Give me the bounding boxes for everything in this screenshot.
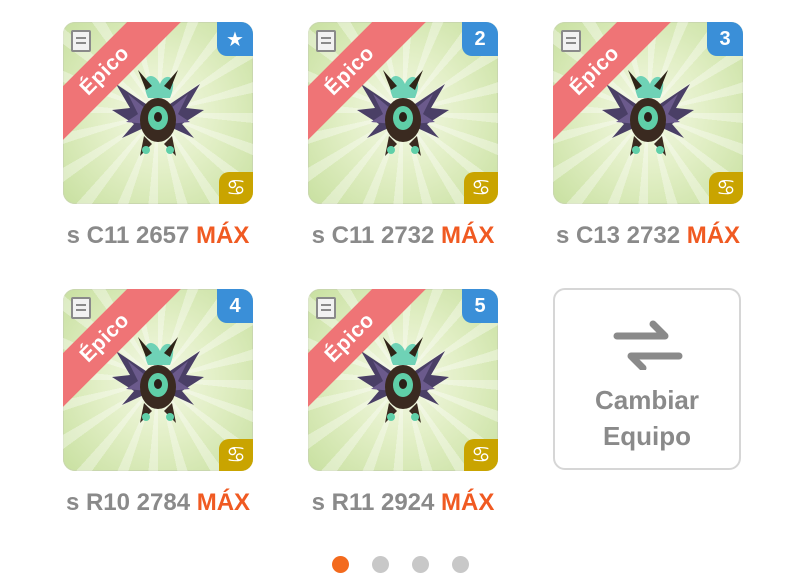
document-icon[interactable] [316,297,336,319]
page-indicator [0,556,800,573]
monster-power: 2732 [626,222,681,249]
switch-team-label: Cambiar Equipo [555,382,739,454]
monster-caption: s C11 2657 MÁX [51,222,265,250]
slot-number-badge: 3 [707,22,743,56]
document-icon[interactable] [561,30,581,52]
monster-slot-1: Épico ★ ♋ s C11 2657 MÁX [63,22,253,249]
slot-number-badge: 4 [217,289,253,323]
page-dot-2[interactable] [371,556,389,573]
cancer-sign-icon: ♋ [464,439,498,471]
page-dot-1[interactable] [331,556,349,573]
switch-team-button[interactable]: Cambiar Equipo [553,288,741,470]
cancer-sign-icon: ♋ [219,172,253,204]
monster-name: s R10 [65,489,130,516]
cancer-sign-icon: ♋ [219,439,253,471]
monster-power: 2924 [380,489,435,516]
monster-caption: s R11 2924 MÁX [296,489,510,517]
switch-team-label-line1: Cambiar [594,385,700,415]
monster-caption: s C13 2732 MÁX [541,222,755,250]
max-level-label: MÁX [196,222,250,249]
monster-card-5[interactable]: Épico 5 ♋ [308,289,498,471]
document-icon[interactable] [316,30,336,52]
max-level-label: MÁX [441,222,495,249]
document-icon[interactable] [71,297,91,319]
slot-number-badge: 2 [462,22,498,56]
document-icon[interactable] [71,30,91,52]
monster-card-3[interactable]: Épico 3 ♋ [553,22,743,204]
monster-card-1[interactable]: Épico ★ ♋ [63,22,253,204]
max-level-label: MÁX [686,222,741,249]
monster-power: 2784 [136,489,191,516]
monster-name: s C11 [311,222,375,249]
monster-name: s C13 [555,222,620,249]
leader-star-icon: ★ [217,22,253,56]
monster-name: s R11 [311,489,375,516]
monster-name: s C11 [66,222,130,249]
page-dot-4[interactable] [451,556,469,573]
max-level-label: MÁX [196,489,251,516]
monster-power: 2657 [135,222,190,249]
slot-number-badge: 5 [462,289,498,323]
max-level-label: MÁX [441,489,495,516]
monster-slot-5: Épico 5 ♋ s R11 2924 MÁX [308,289,498,516]
switch-team-label-line2: Equipo [602,421,692,451]
monster-card-2[interactable]: Épico 2 ♋ [308,22,498,204]
monster-power: 2732 [380,222,435,249]
monster-slot-4: Épico 4 ♋ s R10 2784 MÁX [63,289,253,516]
monster-card-4[interactable]: Épico 4 ♋ [63,289,253,471]
page-dot-3[interactable] [411,556,429,573]
monster-slot-3: Épico 3 ♋ s C13 2732 MÁX [553,22,743,249]
cancer-sign-icon: ♋ [709,172,743,204]
monster-slot-2: Épico 2 ♋ s C11 2732 MÁX [308,22,498,249]
monster-caption: s R10 2784 MÁX [51,489,265,517]
cancer-sign-icon: ♋ [464,172,498,204]
monster-caption: s C11 2732 MÁX [296,222,510,250]
swap-arrows-icon [613,320,683,370]
